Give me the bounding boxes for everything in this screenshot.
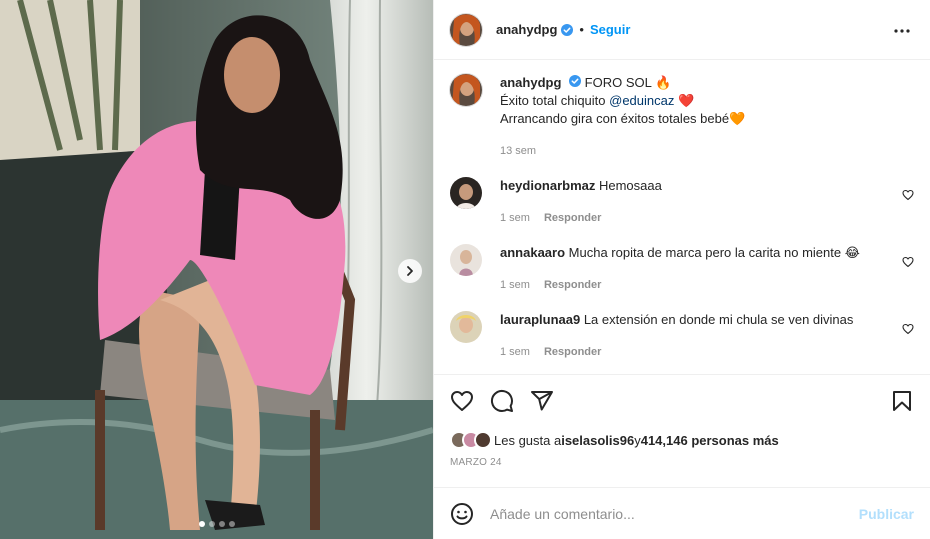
like-comment-heart-icon[interactable] xyxy=(902,256,914,271)
more-options-icon[interactable] xyxy=(890,19,914,46)
heart-icon[interactable] xyxy=(450,389,474,413)
reply-button[interactable]: Responder xyxy=(544,209,601,227)
carousel-dot xyxy=(218,521,225,527)
comment-username[interactable]: lauraplunaa9 xyxy=(500,312,580,327)
carousel-indicator xyxy=(0,521,433,527)
reply-button[interactable]: Responder xyxy=(544,276,601,294)
liker-avatars xyxy=(450,431,492,449)
avatar[interactable] xyxy=(450,311,482,343)
avatar xyxy=(474,431,492,449)
verified-badge-icon xyxy=(569,75,582,87)
post-dialog: anahydpg • Seguir anahydpg FORO SOL 🔥 Éx… xyxy=(0,0,930,539)
verified-badge-icon xyxy=(561,23,574,36)
reply-button[interactable]: Responder xyxy=(544,343,601,361)
post-photo xyxy=(0,0,433,539)
comment-timestamp[interactable]: 1 sem xyxy=(500,209,530,227)
avatar[interactable] xyxy=(450,13,482,46)
caption-line-1: FORO SOL 🔥 xyxy=(584,75,672,90)
post-caption: anahydpg FORO SOL 🔥 Éxito total chiquito… xyxy=(450,74,914,160)
comment-timestamp[interactable]: 1 sem xyxy=(500,276,530,294)
comment-text: Mucha ropita de marca pero la carita no … xyxy=(568,245,860,260)
post-header: anahydpg • Seguir xyxy=(434,0,930,60)
caption-line-2-suffix: ❤️ xyxy=(674,93,695,108)
comment-timestamp[interactable]: 1 sem xyxy=(500,343,530,361)
comment-input[interactable] xyxy=(490,505,859,522)
emoji-icon[interactable] xyxy=(450,502,474,526)
follow-button[interactable]: Seguir xyxy=(590,22,630,37)
publish-button[interactable]: Publicar xyxy=(859,506,914,522)
chevron-right-icon xyxy=(407,266,413,276)
caption-username[interactable]: anahydpg xyxy=(500,75,561,90)
likes-summary: Les gusta a iselasolis96 y 414,146 perso… xyxy=(434,427,930,453)
caption-line-2: Éxito total chiquito xyxy=(500,93,610,108)
comment-username[interactable]: annakaaro xyxy=(500,245,565,260)
liker-username[interactable]: iselasolis96 xyxy=(561,433,634,448)
like-comment-heart-icon[interactable] xyxy=(902,323,914,338)
post-actions-bar xyxy=(434,375,930,427)
share-icon[interactable] xyxy=(530,389,554,413)
comment-composer: Publicar xyxy=(434,487,930,539)
likes-count-link[interactable]: 414,146 personas más xyxy=(641,433,779,448)
comment-text: Hemosaaa xyxy=(598,178,662,193)
comment-icon[interactable] xyxy=(490,389,514,413)
carousel-dot xyxy=(208,521,215,527)
avatar[interactable] xyxy=(450,244,482,276)
post-date[interactable]: MARZO 24 xyxy=(434,457,930,479)
author-username[interactable]: anahydpg xyxy=(496,22,557,37)
comment-item: lauraplunaa9 La extensión en donde mi ch… xyxy=(450,311,914,361)
comment-text: La extensión en donde mi chula se ven di… xyxy=(583,312,854,327)
comment-item: heydionarbmaz Hemosaaa 1 sem Responder xyxy=(450,177,914,227)
header-separator: • xyxy=(579,22,584,37)
like-comment-heart-icon[interactable] xyxy=(902,189,914,204)
comment-item: annakaaro Mucha ropita de marca pero la … xyxy=(450,244,914,294)
caption-mention-link[interactable]: @eduincaz xyxy=(609,93,674,108)
carousel-dot xyxy=(198,521,205,527)
caption-line-3: Arrancando gira con éxitos totales bebé🧡 xyxy=(500,111,746,126)
caption-timestamp[interactable]: 13 sem xyxy=(500,142,745,160)
avatar[interactable] xyxy=(450,177,482,209)
post-panel: anahydpg • Seguir anahydpg FORO SOL 🔥 Éx… xyxy=(433,0,930,539)
post-media[interactable] xyxy=(0,0,433,539)
carousel-dot xyxy=(228,521,235,527)
comments-scroll-area[interactable]: anahydpg FORO SOL 🔥 Éxito total chiquito… xyxy=(434,60,930,375)
bookmark-icon[interactable] xyxy=(890,389,914,413)
comment-username[interactable]: heydionarbmaz xyxy=(500,178,595,193)
likes-prefix: Les gusta a xyxy=(494,432,562,448)
next-slide-button[interactable] xyxy=(398,259,422,283)
avatar[interactable] xyxy=(450,74,482,106)
